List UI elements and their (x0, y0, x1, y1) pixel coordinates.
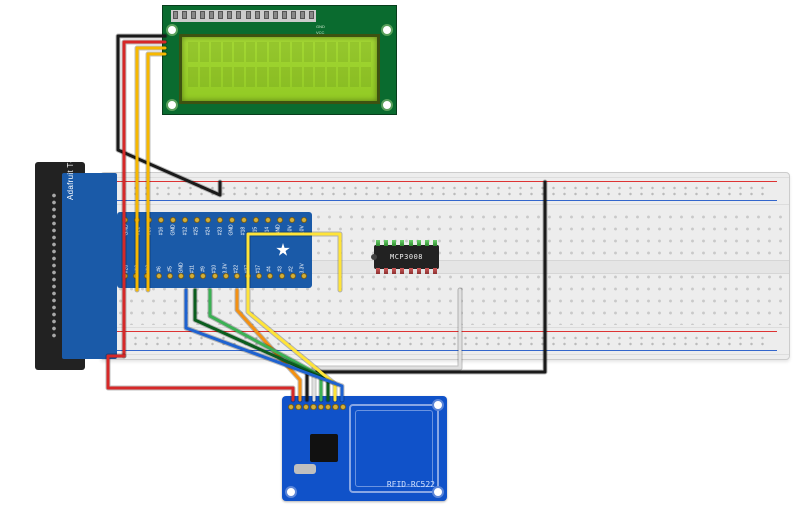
rfid-pin-header (288, 400, 346, 414)
cobbler-pin-label: GND (124, 227, 130, 236)
cobbler-body (62, 173, 117, 359)
cobbler-pin-label: GND (276, 227, 282, 236)
mounting-hole-icon (432, 399, 444, 411)
cobbler-pin-label: #18 (241, 227, 247, 236)
wire-rfid-3v3 (108, 356, 293, 400)
breadboard-power-rail-top (101, 177, 789, 205)
cobbler-pin-label: GND (229, 227, 235, 236)
lcd-module: GNDVCCSDASCL (162, 5, 397, 115)
mounting-hole-icon (166, 99, 178, 111)
lcd-pin-label: GND (316, 24, 325, 29)
chip-label: MCP3008 (390, 253, 423, 261)
mounting-hole-icon (166, 24, 178, 36)
cobbler-pin-label: #16 (159, 227, 165, 236)
lcd-screen (179, 34, 380, 104)
cobbler-pin-label: #23 (217, 227, 223, 236)
mounting-hole-icon (381, 24, 393, 36)
rfid-rc522-module: RFID-RC522 (282, 396, 447, 501)
rfid-crystal (294, 464, 316, 474)
cobbler-pin-label: GND (170, 227, 176, 236)
cobbler-pin-label: #25 (194, 227, 200, 236)
cobbler-pin-label: #20 (147, 227, 153, 236)
cobbler-pin-label: #15 (252, 227, 258, 236)
cobbler-pin-label: #14 (264, 227, 270, 236)
cobbler-pin-label: 5.0V (288, 227, 294, 236)
adafruit-logo-icon (276, 243, 290, 257)
cobbler-pin-label: #21 (135, 227, 141, 236)
rfid-ic (310, 434, 338, 462)
cobbler-pin-label: 5.0V (299, 227, 305, 236)
cobbler-pin-label: #24 (206, 227, 212, 236)
mcp3008-chip: MCP3008 (374, 245, 439, 269)
lcd-pin-header (171, 10, 316, 22)
rfid-label: RFID-RC522 (387, 480, 435, 489)
mounting-hole-icon (381, 99, 393, 111)
cobbler-breakout: GND #21 #20 #16 GND #12 #25 #24 #23 GND #18 #15 #14 G… (117, 212, 312, 288)
cobbler-pin-label: #12 (182, 227, 188, 236)
cobbler-title: Adafruit T-Cobbler Plus for Raspberry Pi (66, 45, 75, 200)
mounting-hole-icon (432, 486, 444, 498)
mounting-hole-icon (285, 486, 297, 498)
breadboard-power-rail-bottom (101, 327, 789, 355)
